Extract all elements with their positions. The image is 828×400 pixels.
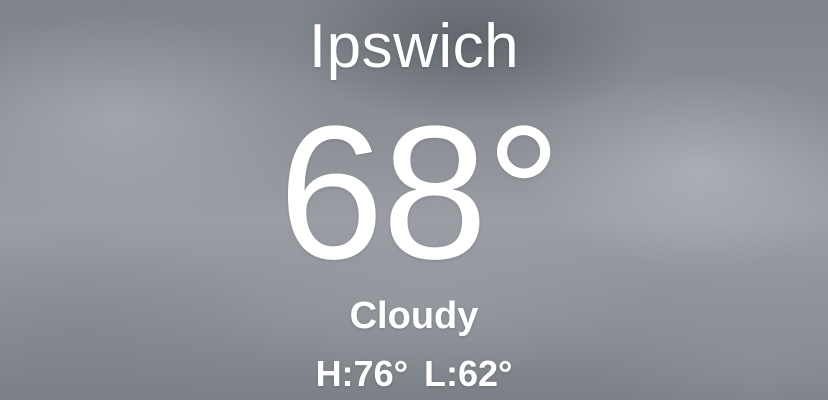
weather-header: Ipswich 68° Cloudy H:76° L:62°: [0, 0, 828, 400]
high-temperature: H:76°: [315, 353, 408, 394]
condition-label: Cloudy: [349, 295, 479, 337]
high-low-temperatures: H:76° L:62°: [0, 356, 828, 392]
city-name: Ipswich: [308, 12, 520, 81]
current-temperature: 68°: [278, 87, 561, 299]
low-temperature: L:62°: [424, 353, 513, 394]
